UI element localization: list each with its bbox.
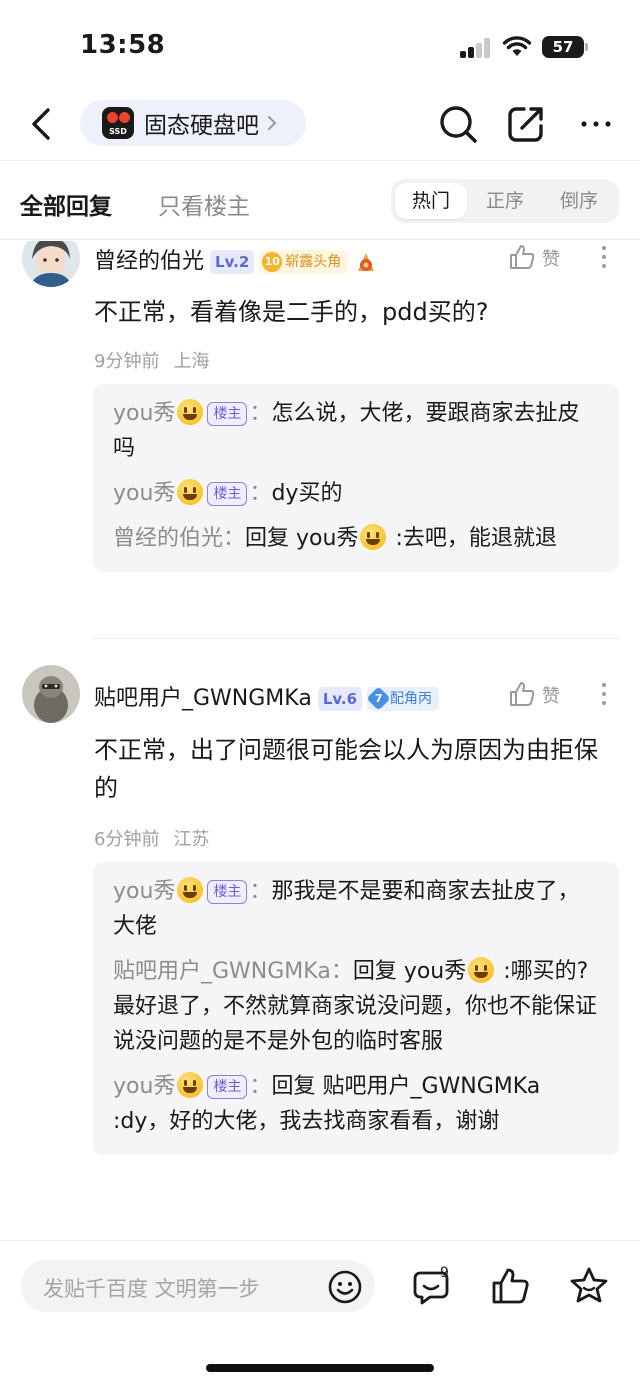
comment-location: 上海	[173, 351, 210, 372]
op-tag: 楼主	[207, 482, 248, 506]
reply-item[interactable]: 贴吧用户_GWNGMKa：回复 you秀 :哪买的? 最好退了，不然就算商家说没…	[113, 954, 599, 1059]
sort-desc[interactable]: 倒序	[543, 183, 615, 219]
sort-hot[interactable]: 热门	[395, 183, 467, 219]
title-badge: 10 崭露头角	[259, 250, 349, 274]
comment-author: 贴吧用户_GWNGMKa Lv.6 7 配角丙	[94, 680, 440, 712]
back-icon[interactable]	[24, 102, 60, 146]
chevron-right-icon	[268, 116, 277, 130]
star-icon[interactable]	[568, 1265, 610, 1307]
divider	[93, 638, 619, 639]
forum-pill[interactable]: SSD 固态硬盘吧	[80, 100, 306, 146]
battery-cap	[585, 43, 588, 51]
avatar[interactable]	[22, 241, 80, 287]
reply-item[interactable]: you秀 楼主 ：那我是不是要和商家去扯皮了，大佬	[113, 874, 599, 944]
author-name[interactable]: 曾经的伯光	[94, 249, 204, 274]
title-badge: 7 配角丙	[366, 686, 440, 711]
home-indicator[interactable]	[206, 1364, 434, 1372]
thumbs-up-icon[interactable]	[490, 1265, 532, 1307]
clock: 13:58	[80, 30, 166, 60]
forum-logo: SSD	[102, 107, 134, 139]
comment-text: 不正常，出了问题很可能会以人为原因为由拒保的	[94, 736, 598, 802]
comment-time: 6分钟前	[94, 829, 160, 850]
sort-segmented-control: 热门 正序 倒序	[391, 179, 619, 223]
author-name[interactable]: 贴吧用户_GWNGMKa	[94, 686, 312, 711]
reply-box[interactable]: you秀 楼主 ：怎么说，大佬，要跟商家去扯皮吗 you秀 楼主 ：dy买的 曾经的伯光…	[93, 384, 619, 572]
battery-icon: 57	[542, 36, 584, 58]
avatar[interactable]	[22, 665, 80, 723]
smile-emoji-icon	[177, 479, 204, 505]
post-input[interactable]: 发贴千百度 文明第一步	[21, 1260, 375, 1312]
level-badge: Lv.2	[210, 250, 255, 274]
bottom-bar: 发贴千百度 文明第一步 9	[0, 1240, 640, 1387]
smile-emoji-icon	[177, 399, 204, 425]
status-bar: 13:58 57	[0, 0, 640, 92]
reply-item[interactable]: you秀 楼主 ：回复 贴吧用户_GWNGMKa :dy，好的大佬，我去找商家看看，…	[113, 1069, 599, 1139]
comment-meta: 6分钟前 江苏	[94, 825, 209, 851]
reply-tabbar: 全部回复 只看楼主 热门 正序 倒序	[0, 160, 640, 240]
medal-icon	[358, 253, 375, 271]
comment-time: 9分钟前	[94, 351, 160, 372]
like-button[interactable]: 赞	[508, 241, 568, 273]
smile-emoji-icon	[360, 524, 387, 550]
reply-item[interactable]: you秀 楼主 ：dy买的	[113, 476, 599, 511]
reply-item[interactable]: you秀 楼主 ：怎么说，大佬，要跟商家去扯皮吗	[113, 396, 599, 466]
smile-emoji-icon	[177, 877, 204, 903]
level-badge: Lv.6	[317, 687, 363, 711]
sort-asc[interactable]: 正序	[469, 183, 541, 219]
comment-list[interactable]: 曾经的伯光 Lv.2 10 崭露头角 赞 不正常，看着像是二手的，pdd买的? 9分钟…	[0, 241, 640, 1240]
reply-item[interactable]: 曾经的伯光：回复 you秀 :去吧，能退就退	[113, 521, 599, 556]
thumbs-up-icon	[510, 682, 535, 706]
share-icon[interactable]	[504, 102, 548, 146]
tab-all-replies[interactable]: 全部回复	[20, 187, 112, 221]
comment-meta: 9分钟前 上海	[94, 347, 209, 373]
like-button[interactable]: 赞	[508, 678, 568, 710]
emoji-picker-icon[interactable]	[327, 1269, 363, 1305]
search-icon[interactable]	[436, 102, 480, 146]
comment-more-icon[interactable]	[596, 680, 612, 710]
wifi-icon	[502, 36, 532, 56]
comment-location: 江苏	[173, 829, 210, 850]
comment-more-icon[interactable]	[596, 243, 612, 273]
tab-op-only[interactable]: 只看楼主	[158, 187, 250, 221]
forum-name: 固态硬盘吧	[144, 113, 259, 139]
signal-icon	[460, 38, 492, 58]
smile-emoji-icon	[177, 1072, 204, 1098]
op-tag: 楼主	[207, 880, 248, 904]
post-input-placeholder: 发贴千百度 文明第一步	[43, 1277, 260, 1301]
reply-box[interactable]: you秀 楼主 ：那我是不是要和商家去扯皮了，大佬 贴吧用户_GWNGMKa：回复 …	[93, 862, 619, 1155]
comment-count: 9	[440, 1265, 449, 1281]
comment-text: 不正常，看着像是二手的，pdd买的?	[94, 298, 489, 326]
smile-emoji-icon	[468, 957, 495, 983]
op-tag: 楼主	[207, 402, 248, 426]
comment-author: 曾经的伯光 Lv.2 10 崭露头角	[94, 243, 378, 275]
nav-bar: SSD 固态硬盘吧	[0, 92, 640, 158]
more-icon[interactable]	[576, 102, 620, 146]
op-tag: 楼主	[207, 1075, 248, 1099]
thumbs-up-icon	[510, 245, 535, 269]
